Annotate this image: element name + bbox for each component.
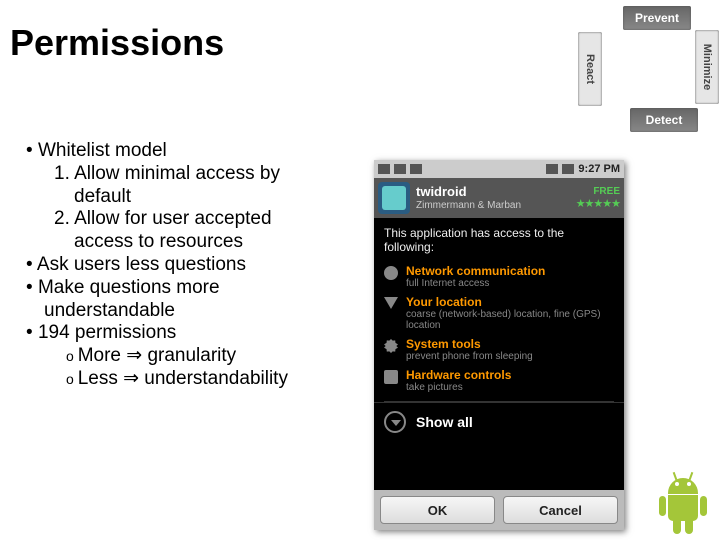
permission-row: Network communicationfull Internet acces… [384, 264, 614, 289]
cycle-react: React [578, 32, 602, 106]
bullet-whitelist-2b: access to resources [26, 231, 356, 254]
permission-title: Your location [406, 295, 614, 309]
permission-prompt: This application has access to the follo… [374, 218, 624, 258]
cycle-minimize: Minimize [695, 30, 719, 104]
location-icon [384, 297, 398, 311]
chevron-down-icon [384, 411, 406, 433]
slide-title: Permissions [10, 22, 224, 64]
bullet-whitelist: Whitelist model [26, 140, 356, 163]
permission-row: Hardware controlstake pictures [384, 368, 614, 393]
cycle-detect: Detect [630, 108, 698, 132]
slide: Permissions Prevent Minimize Detect Reac… [0, 0, 720, 540]
app-name: twidroid [416, 185, 570, 199]
app-info: twidroid Zimmermann & Marban [416, 185, 570, 210]
dialog-button-bar: OK Cancel [374, 490, 624, 530]
cycle-react-label: React [584, 54, 596, 84]
bullet-understandable-b: understandable [26, 300, 356, 323]
signal-icon [546, 164, 558, 174]
permission-desc: coarse (network-based) location, fine (G… [406, 309, 614, 331]
permission-desc: prevent phone from sleeping [406, 351, 533, 362]
bullet-whitelist-1a: 1. Allow minimal access by [26, 163, 356, 186]
permission-row: System toolsprevent phone from sleeping [384, 337, 614, 362]
show-all-button[interactable]: Show all [374, 402, 624, 441]
status-icon [394, 164, 406, 174]
network-icon [384, 266, 398, 280]
permission-title: Network communication [406, 264, 545, 278]
bullet-less-understandability: Less ⇒ understandability [26, 368, 356, 391]
cycle-minimize-label: Minimize [701, 44, 713, 90]
system-icon [384, 339, 398, 353]
hardware-icon [384, 370, 398, 384]
cancel-button[interactable]: Cancel [503, 496, 618, 524]
bullet-more-granularity: More ⇒ granularity [26, 345, 356, 368]
app-price: FREE [576, 186, 620, 197]
android-logo-icon [658, 474, 708, 534]
cycle-prevent: Prevent [623, 6, 691, 30]
permission-list: Network communicationfull Internet acces… [374, 264, 624, 402]
permission-desc: full Internet access [406, 278, 545, 289]
bullet-list: Whitelist model 1. Allow minimal access … [26, 140, 356, 391]
bullet-whitelist-1b: default [26, 186, 356, 209]
app-header: twidroid Zimmermann & Marban FREE ★★★★★ [374, 178, 624, 218]
permission-row: Your locationcoarse (network-based) loca… [384, 295, 614, 331]
status-bar: 9:27 PM [374, 160, 624, 178]
bullet-understandable-a: Make questions more [26, 277, 356, 300]
app-publisher: Zimmermann & Marban [416, 200, 570, 211]
ok-button[interactable]: OK [380, 496, 495, 524]
permission-title: System tools [406, 337, 533, 351]
app-rating: ★★★★★ [576, 197, 620, 210]
ok-label: OK [428, 503, 448, 518]
security-cycle-diagram: Prevent Minimize Detect React [530, 6, 720, 136]
status-time: 9:27 PM [578, 163, 620, 175]
cancel-label: Cancel [539, 503, 582, 518]
android-permission-dialog: 9:27 PM twidroid Zimmermann & Marban FRE… [374, 160, 624, 530]
permission-title: Hardware controls [406, 368, 511, 382]
show-all-label: Show all [416, 414, 473, 430]
status-left-icons [378, 164, 422, 174]
status-right: 9:27 PM [546, 163, 620, 175]
status-icon [378, 164, 390, 174]
status-icon [410, 164, 422, 174]
app-icon [378, 182, 410, 214]
battery-icon [562, 164, 574, 174]
permission-desc: take pictures [406, 382, 511, 393]
bullet-less-questions: Ask users less questions [26, 254, 356, 277]
bullet-whitelist-2a: 2. Allow for user accepted [26, 208, 356, 231]
bullet-194: 194 permissions [26, 322, 356, 345]
app-meta: FREE ★★★★★ [576, 186, 620, 210]
